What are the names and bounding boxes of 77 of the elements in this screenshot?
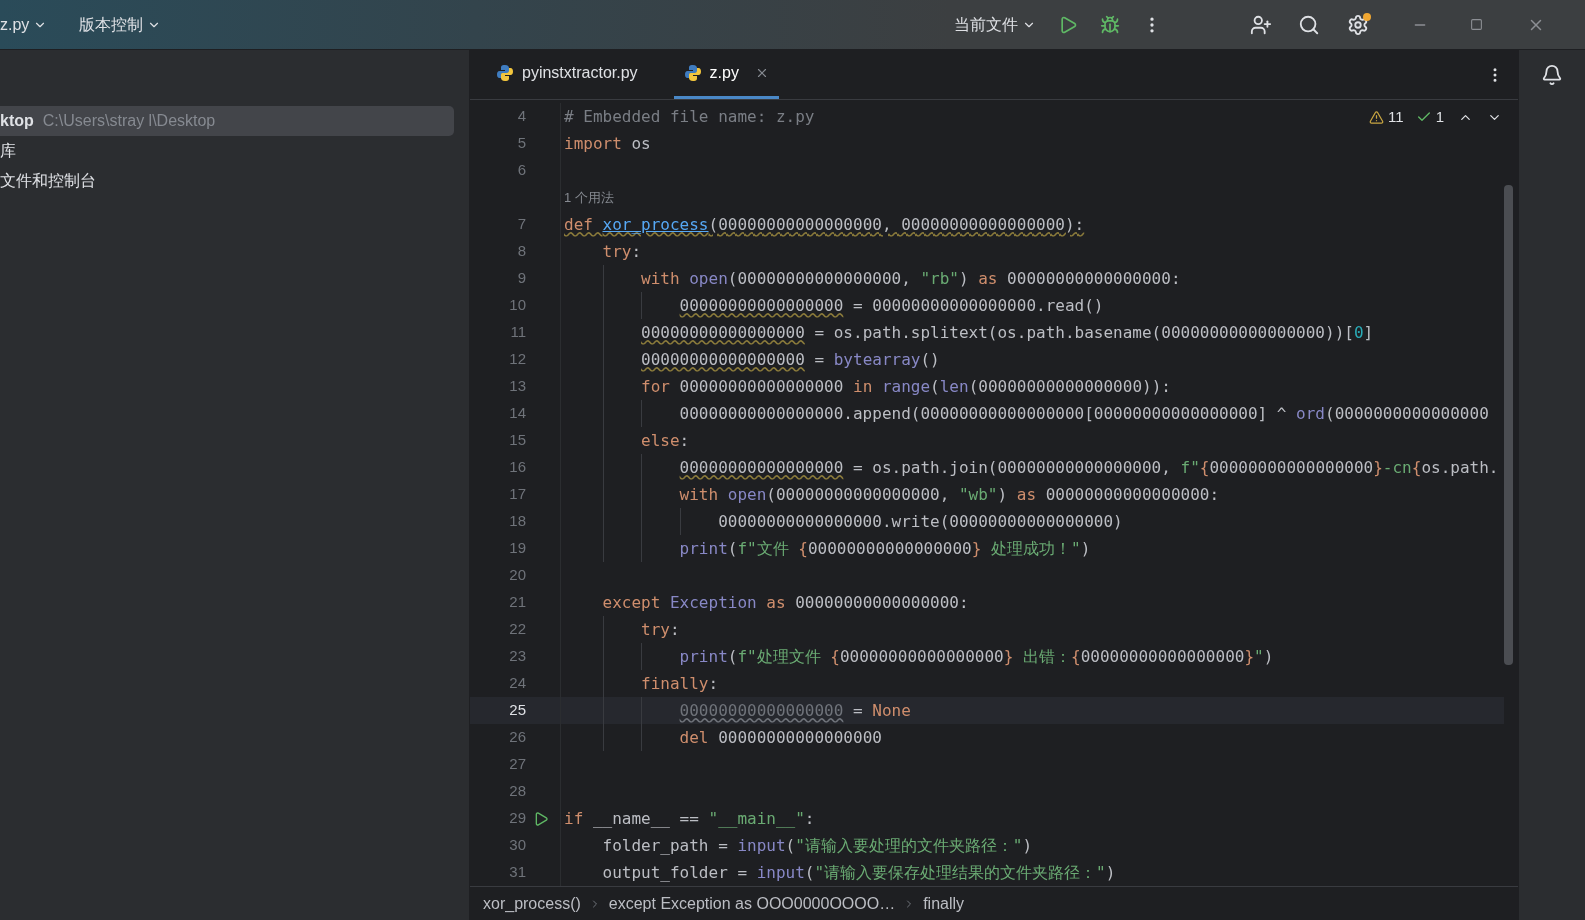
line-number: 15: [509, 430, 526, 451]
code-line: # Embedded file name: z.py: [564, 106, 815, 128]
line-number: 30: [509, 835, 526, 856]
line-number: 25: [509, 700, 526, 721]
line-number: 27: [509, 754, 526, 775]
line-number: 29: [509, 808, 526, 829]
line-number: 8: [517, 241, 526, 262]
project-menu[interactable]: z.py: [0, 12, 56, 37]
editor-tab[interactable]: pyinstxtractor.py: [486, 50, 648, 99]
breadcrumb[interactable]: finally: [923, 891, 965, 916]
code-line: except Exception as 00000000000000000:: [601, 592, 969, 614]
line-number: 20: [509, 565, 526, 586]
code-line: def xor_process(00000000000000000, 00000000000000000):: [564, 214, 1085, 236]
code-line: 00000000000000000 = 00000000000000000.read(): [564, 292, 1104, 319]
maximize-icon[interactable]: [1470, 18, 1483, 31]
line-number: 19: [509, 538, 526, 559]
line-number: 10: [509, 295, 526, 316]
code-line: try:: [601, 241, 642, 263]
line-number: 17: [509, 484, 526, 505]
line-number: 13: [509, 376, 526, 397]
line-number: 18: [509, 511, 526, 532]
line-number: 22: [509, 619, 526, 640]
code-line: 00000000000000000 = os.path.splitext(os.path.basename(00000000000000000))[0]: [564, 319, 1374, 346]
run-config-menu[interactable]: 当前文件: [954, 12, 1036, 37]
line-number: 24: [509, 673, 526, 694]
line-number: 26: [509, 727, 526, 748]
breadcrumb[interactable]: except Exception as OOO0000OOOO…: [608, 891, 896, 916]
python-icon: [683, 64, 702, 82]
breadcrumb[interactable]: xor_process(): [483, 891, 581, 916]
line-number: 23: [509, 646, 526, 667]
line-number: 4: [517, 106, 526, 127]
notifications-icon[interactable]: [1541, 64, 1563, 86]
code-line: 00000000000000000 = os.path.join(00000000000000000, f"{00000000000000000}-cn{os.path.: [564, 454, 1499, 481]
passed-count[interactable]: 1: [1435, 106, 1444, 129]
line-number: 12: [509, 349, 526, 370]
line-number: 16: [509, 457, 526, 478]
code-line: import os: [564, 133, 651, 155]
bug-icon[interactable]: [1100, 14, 1120, 35]
project-tree-item[interactable]: 库: [0, 136, 454, 166]
code-line: 00000000000000000.write(00000000000000000): [564, 508, 1123, 535]
run-icon[interactable]: [1058, 14, 1078, 35]
code-line: del 00000000000000000: [564, 724, 882, 751]
settings-icon[interactable]: [1346, 11, 1372, 38]
code-line: with open(00000000000000000, "wb") as 00000000000000000:: [564, 481, 1220, 508]
code-line: try:: [564, 616, 680, 643]
search-icon[interactable]: [1298, 13, 1320, 36]
line-number: 28: [509, 781, 526, 802]
code-line: output_folder = input("请输入要保存处理结果的文件夹路径："): [601, 862, 1116, 884]
code-line: print(f"文件 {00000000000000000} 处理成功！"): [564, 535, 1091, 562]
run-icon[interactable]: [533, 810, 549, 827]
scrollbar[interactable]: [1504, 185, 1513, 665]
line-number: 5: [517, 133, 526, 154]
line-number: 9: [517, 268, 526, 289]
code-line: with open(00000000000000000, "rb") as 00000000000000000:: [564, 265, 1181, 292]
code-line: if __name__ == "__main__":: [564, 808, 815, 830]
line-number: 21: [509, 592, 526, 613]
editor-tab[interactable]: z.py: [673, 50, 779, 99]
code-line: else:: [564, 427, 690, 454]
warning-count[interactable]: 11: [1388, 106, 1404, 129]
project-tree-item[interactable]: 文件和控制台: [0, 166, 454, 196]
code-line: 00000000000000000 = None: [564, 697, 911, 724]
python-icon: [496, 64, 514, 82]
warning-icon: [1369, 109, 1385, 125]
code-line: 00000000000000000.append(00000000000000000[00000000000000000] ^ ord(0000000000000000: [564, 400, 1489, 427]
code-line: print(f"处理文件 {00000000000000000} 出错：{00000000000000000}"): [564, 643, 1274, 670]
project-tree-item[interactable]: ktop C:\Users\stray l\Desktop: [0, 106, 454, 136]
add-user-icon[interactable]: [1250, 13, 1272, 36]
line-number: 6: [517, 160, 526, 181]
line-number: 11: [510, 322, 526, 343]
usage-hint[interactable]: 1 个用法: [564, 187, 614, 208]
code-line: for 00000000000000000 in range(len(00000000000000000)):: [564, 373, 1171, 400]
code-line: folder_path = input("请输入要处理的文件夹路径："): [601, 835, 1033, 857]
code-line: 00000000000000000 = bytearray(): [564, 346, 940, 373]
line-number: 31: [509, 862, 526, 883]
line-number: 7: [517, 214, 526, 235]
vcs-menu[interactable]: 版本控制: [79, 12, 162, 37]
line-number: 14: [509, 403, 526, 424]
